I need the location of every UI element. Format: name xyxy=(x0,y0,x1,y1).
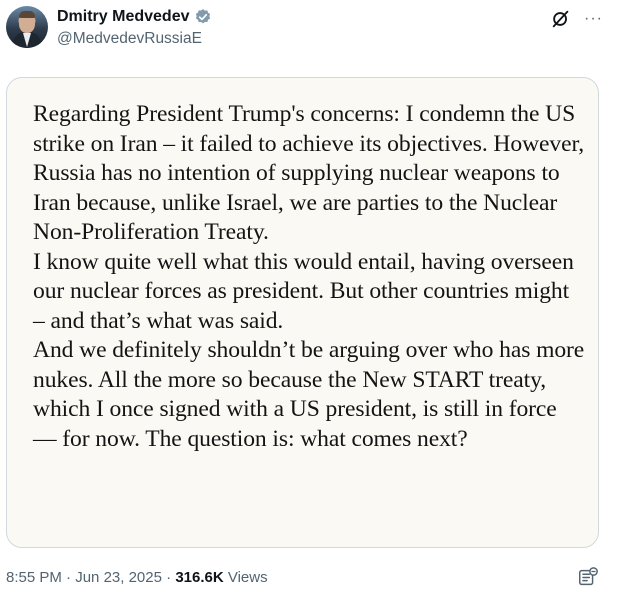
header-actions: ··· xyxy=(550,8,603,30)
post-image[interactable]: Regarding President Trump's concerns: I … xyxy=(6,77,599,548)
views-count: 316.6K xyxy=(175,569,224,586)
more-icon[interactable]: ··· xyxy=(584,8,603,30)
meta-separator: · xyxy=(66,569,72,586)
author-names: Dmitry Medvedev @MedvedevRussiaE xyxy=(57,6,212,48)
post-time[interactable]: 8:55 PM xyxy=(6,569,62,586)
analytics-icon[interactable] xyxy=(577,566,599,588)
letter-paragraph: I know quite well what this would entail… xyxy=(33,248,574,334)
author-handle[interactable]: @MedvedevRussiaE xyxy=(57,30,212,48)
avatar-hair xyxy=(19,11,35,18)
letter-paragraph: Regarding President Trump's concerns: I … xyxy=(33,101,585,245)
grok-icon[interactable] xyxy=(550,8,572,30)
verified-badge-icon xyxy=(194,8,212,26)
display-name[interactable]: Dmitry Medvedev xyxy=(57,8,190,26)
post-meta: 8:55 PM · Jun 23, 2025 · 316.6K Views xyxy=(6,569,268,586)
letter-paragraph: And we definitely shouldn’t be arguing o… xyxy=(33,337,585,452)
avatar[interactable] xyxy=(6,6,48,48)
meta-separator: · xyxy=(166,569,172,586)
views-label: Views xyxy=(227,569,268,586)
post-header: Dmitry Medvedev @MedvedevRussiaE ··· xyxy=(6,6,611,54)
post-image-text: Regarding President Trump's concerns: I … xyxy=(33,100,585,454)
display-name-row: Dmitry Medvedev xyxy=(57,6,212,28)
post-date[interactable]: Jun 23, 2025 xyxy=(75,569,162,586)
